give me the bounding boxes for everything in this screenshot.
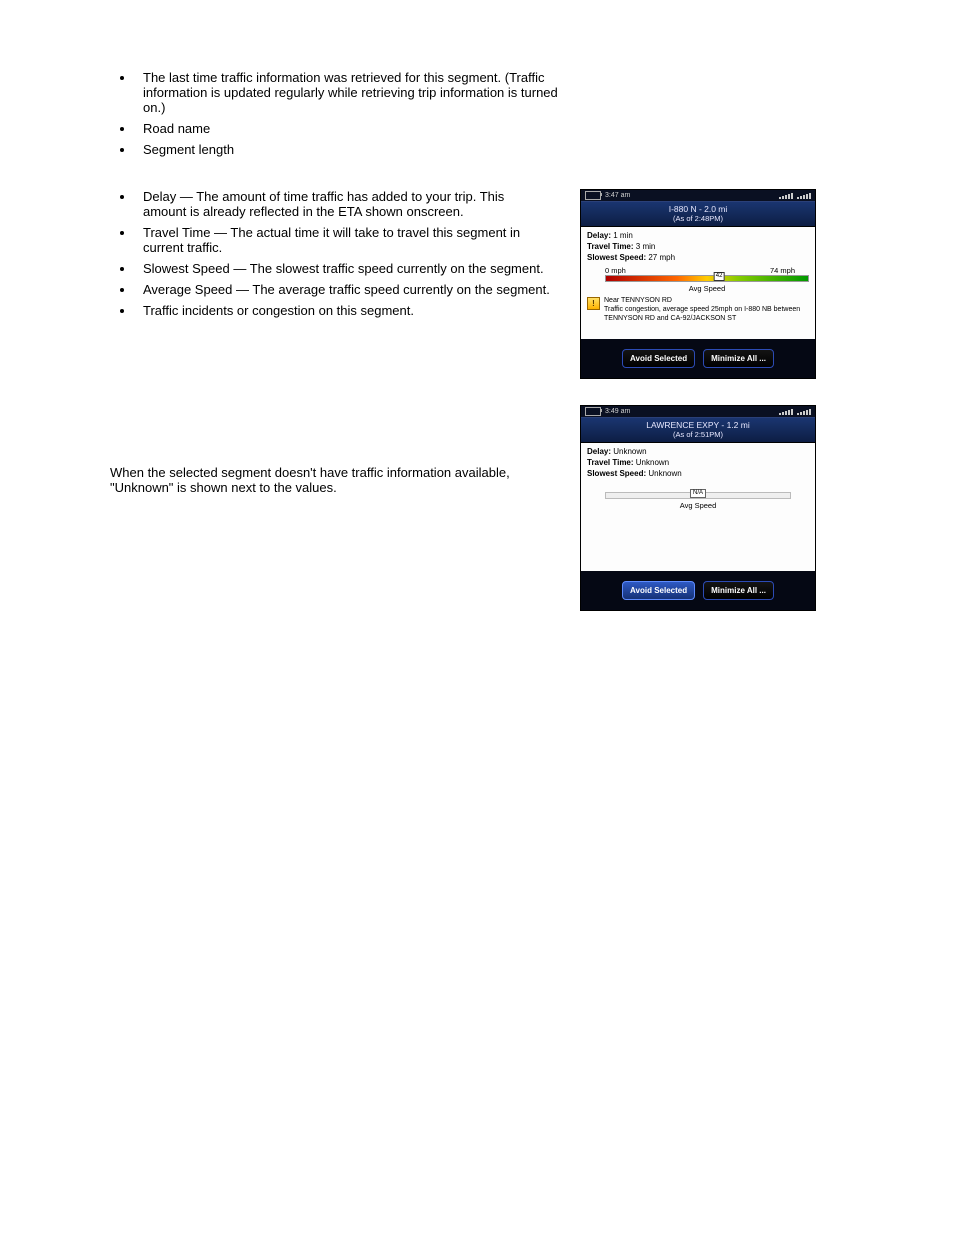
button-bar: Avoid Selected Minimize All ... — [581, 339, 815, 378]
travel-label: Travel Time: — [587, 242, 634, 251]
list-item: Road name — [135, 121, 563, 136]
incident-body: Traffic congestion, average speed 25mph … — [604, 306, 809, 324]
list-item: Segment length — [135, 142, 563, 157]
incident-title: Near TENNYSON RD — [604, 297, 809, 306]
list-item: Slowest Speed — The slowest traffic spee… — [135, 261, 550, 276]
battery-icon — [585, 407, 601, 416]
intro-list: The last time traffic information was re… — [135, 70, 854, 157]
slow-value: Unknown — [648, 469, 681, 478]
avg-speed-label: Avg Speed — [605, 284, 809, 293]
travel-value: Unknown — [636, 458, 669, 467]
status-time: 3:47 am — [605, 192, 630, 199]
button-bar: Avoid Selected Minimize All ... — [581, 571, 815, 610]
list-item: Delay — The amount of time traffic has a… — [135, 189, 550, 219]
signal-icon — [779, 193, 793, 199]
battery-icon — [585, 191, 601, 200]
max-speed: 74 mph — [770, 266, 795, 275]
delay-value: 1 min — [613, 231, 633, 240]
list-item: Travel Time — The actual time it will ta… — [135, 225, 550, 255]
minimize-all-button[interactable]: Minimize All ... — [703, 581, 774, 600]
list-item: Traffic incidents or congestion on this … — [135, 303, 550, 318]
warning-icon: ! — [587, 297, 600, 310]
slow-label: Slowest Speed: — [587, 469, 646, 478]
min-speed: 0 mph — [605, 266, 626, 275]
segment-asof: (As of 2:48PM) — [581, 214, 815, 223]
incident-block: ! Near TENNYSON RD Traffic congestion, a… — [587, 297, 809, 323]
traffic-screenshot-2: 3:49 am LAWRENCE EXPY - 1.2 mi (As of 2:… — [580, 405, 816, 611]
travel-value: 3 min — [636, 242, 656, 251]
signal-icon — [779, 409, 793, 415]
speed-bar: 42 — [605, 275, 809, 282]
status-time: 3:49 am — [605, 408, 630, 415]
segment-titlebar: LAWRENCE EXPY - 1.2 mi (As of 2:51PM) — [581, 417, 815, 443]
device-statusbar: 3:49 am — [581, 406, 815, 417]
avoid-selected-button[interactable]: Avoid Selected — [622, 349, 695, 368]
segment-road: LAWRENCE EXPY - 1.2 mi — [581, 420, 815, 430]
device-statusbar: 3:47 am — [581, 190, 815, 201]
list-item: The last time traffic information was re… — [135, 70, 563, 115]
travel-label: Travel Time: — [587, 458, 634, 467]
delay-label: Delay: — [587, 447, 611, 456]
segment-asof: (As of 2:51PM) — [581, 430, 815, 439]
signal-icon — [797, 193, 811, 199]
traffic-screenshot-1: 3:47 am I-880 N - 2.0 mi (As of 2:48PM) … — [580, 189, 816, 379]
na-marker: N/A — [690, 489, 706, 498]
minimize-all-button[interactable]: Minimize All ... — [703, 349, 774, 368]
slow-value: 27 mph — [648, 253, 675, 262]
avg-speed-label: Avg Speed — [587, 501, 809, 510]
segment-road: I-880 N - 2.0 mi — [581, 204, 815, 214]
unknown-note: When the selected segment doesn't have t… — [110, 465, 530, 495]
segment-titlebar: I-880 N - 2.0 mi (As of 2:48PM) — [581, 201, 815, 227]
speed-scale: 0 mph 74 mph 42 Avg Speed — [605, 266, 809, 293]
avoid-selected-button[interactable]: Avoid Selected — [622, 581, 695, 600]
details-list: Delay — The amount of time traffic has a… — [135, 189, 550, 318]
avg-speed-marker: 42 — [714, 272, 725, 281]
list-item: Average Speed — The average traffic spee… — [135, 282, 550, 297]
delay-value: Unknown — [613, 447, 646, 456]
signal-icon — [797, 409, 811, 415]
slow-label: Slowest Speed: — [587, 253, 646, 262]
delay-label: Delay: — [587, 231, 611, 240]
speed-bar-na: N/A — [605, 492, 791, 499]
